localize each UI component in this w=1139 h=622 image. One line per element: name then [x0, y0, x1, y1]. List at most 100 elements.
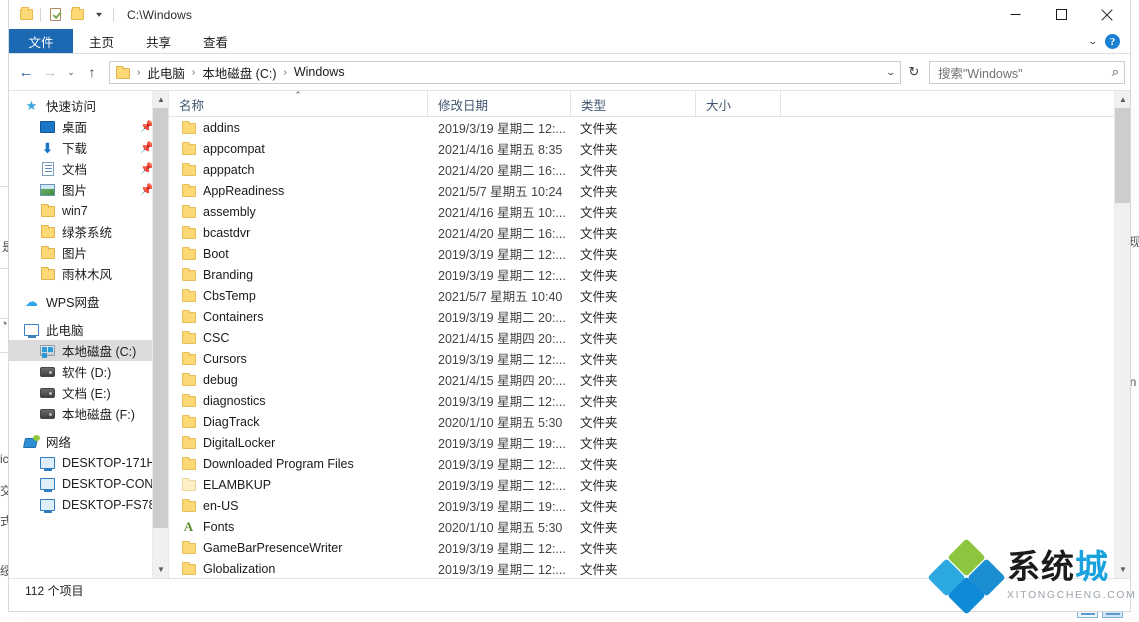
scroll-up-arrow-icon[interactable]: ▲ [153, 91, 168, 108]
sidebar-group-network[interactable]: 网络 [9, 431, 168, 452]
scrollbar-thumb[interactable] [153, 108, 168, 528]
table-row[interactable]: bcastdvr 2021/4/20 星期二 16:... 文件夹 [169, 222, 1130, 243]
tab-share[interactable]: 共享 [130, 29, 187, 53]
table-row[interactable]: assembly 2021/4/16 星期五 10:... 文件夹 [169, 201, 1130, 222]
file-name-cell[interactable]: GameBarPresenceWriter [181, 541, 438, 555]
folder-icon[interactable] [15, 4, 37, 26]
sidebar-item-documents-e[interactable]: 文档 (E:) [9, 382, 168, 403]
file-name-cell[interactable]: appcompat [181, 142, 438, 156]
table-row[interactable]: addins 2019/3/19 星期二 12:... 文件夹 [169, 117, 1130, 138]
sidebar-item-yulinmufeng[interactable]: 雨林木风 [9, 263, 168, 284]
table-row[interactable]: DiagTrack 2020/1/10 星期五 5:30 文件夹 [169, 411, 1130, 432]
search-box[interactable]: 搜索"Windows" ⌕ [929, 60, 1125, 84]
new-folder-icon[interactable] [66, 4, 88, 26]
sidebar-item-lvchaxitong[interactable]: 绿茶系统 [9, 221, 168, 242]
table-row[interactable]: CbsTemp 2021/5/7 星期五 10:40 文件夹 [169, 285, 1130, 306]
sidebar-item-documents[interactable]: 文档 📌 [9, 158, 168, 179]
table-row[interactable]: CSC 2021/4/15 星期四 20:... 文件夹 [169, 327, 1130, 348]
chevron-down-icon[interactable]: ▾ [88, 4, 110, 26]
table-row[interactable]: Boot 2019/3/19 星期二 12:... 文件夹 [169, 243, 1130, 264]
file-name-cell[interactable]: debug [181, 373, 438, 387]
refresh-button[interactable]: ↻ [901, 61, 927, 84]
sidebar-item-local-disk-c[interactable]: 本地磁盘 (C:) [9, 340, 168, 361]
breadcrumb-local-disk-c[interactable]: 本地磁盘 (C:) [199, 63, 279, 82]
file-name-cell[interactable]: CSC [181, 331, 438, 345]
file-name-cell[interactable]: Globalization [181, 562, 438, 576]
file-name-cell[interactable]: Containers [181, 310, 438, 324]
scroll-down-arrow-icon[interactable]: ▼ [153, 561, 168, 578]
navigation-pane-scrollbar[interactable]: ▲ ▼ [152, 91, 168, 578]
column-header-name[interactable]: ⌃ 名称 [169, 91, 428, 117]
sidebar-group-wps-cloud[interactable]: ☁ WPS网盘 [9, 291, 168, 312]
properties-icon[interactable] [44, 4, 66, 26]
table-row[interactable]: diagnostics 2019/3/19 星期二 12:... 文件夹 [169, 390, 1130, 411]
table-row[interactable]: Branding 2019/3/19 星期二 12:... 文件夹 [169, 264, 1130, 285]
file-name-cell[interactable]: Branding [181, 268, 438, 282]
quick-access-toolbar[interactable]: ▾ [9, 4, 117, 26]
recent-locations-icon[interactable]: ⌄ [62, 60, 80, 84]
table-row[interactable]: DigitalLocker 2019/3/19 星期二 19:... 文件夹 [169, 432, 1130, 453]
table-row[interactable]: apppatch 2021/4/20 星期二 16:... 文件夹 [169, 159, 1130, 180]
address-bar[interactable]: › 此电脑 › 本地磁盘 (C:) › Windows ⌄ [109, 60, 901, 84]
column-header-date-modified[interactable]: 修改日期 [428, 91, 571, 117]
scroll-down-arrow-icon[interactable]: ▼ [1115, 561, 1130, 578]
file-name-cell[interactable]: DigitalLocker [181, 436, 438, 450]
sidebar-item-downloads[interactable]: ⬇ 下载 📌 [9, 137, 168, 158]
chevron-down-icon[interactable]: ⌄ [1088, 36, 1099, 47]
sidebar-item-desktop-con[interactable]: DESKTOP-CON [9, 473, 168, 494]
search-input[interactable]: 搜索"Windows" [938, 63, 1112, 82]
table-row[interactable]: Cursors 2019/3/19 星期二 12:... 文件夹 [169, 348, 1130, 369]
close-button[interactable] [1084, 0, 1130, 29]
sidebar-item-desktop-171h[interactable]: DESKTOP-171H [9, 452, 168, 473]
file-name-cell[interactable]: apppatch [181, 163, 438, 177]
column-header-type[interactable]: 类型 [571, 91, 696, 117]
file-name-cell[interactable]: AppReadiness [181, 184, 438, 198]
maximize-button[interactable] [1038, 0, 1084, 29]
table-row[interactable]: Downloaded Program Files 2019/3/19 星期二 1… [169, 453, 1130, 474]
file-name-cell[interactable]: addins [181, 121, 438, 135]
table-row[interactable]: GameBarPresenceWriter 2019/3/19 星期二 12:.… [169, 537, 1130, 558]
table-row[interactable]: AppReadiness 2021/5/7 星期五 10:24 文件夹 [169, 180, 1130, 201]
minimize-button[interactable] [992, 0, 1038, 29]
sidebar-item-local-disk-f[interactable]: 本地磁盘 (F:) [9, 403, 168, 424]
sidebar-item-pictures[interactable]: 图片 📌 [9, 179, 168, 200]
sidebar-item-software-d[interactable]: 软件 (D:) [9, 361, 168, 382]
sidebar-item-desktop[interactable]: 桌面 📌 [9, 116, 168, 137]
file-name-cell[interactable]: Downloaded Program Files [181, 457, 438, 471]
file-name-cell[interactable]: en-US [181, 499, 438, 513]
up-button[interactable]: ↑ [80, 60, 104, 84]
table-row[interactable]: Containers 2019/3/19 星期二 20:... 文件夹 [169, 306, 1130, 327]
tab-home[interactable]: 主页 [73, 29, 130, 53]
table-row[interactable]: appcompat 2021/4/16 星期五 8:35 文件夹 [169, 138, 1130, 159]
file-name-cell[interactable]: ELAMBKUP [181, 478, 438, 492]
breadcrumb-windows[interactable]: Windows [291, 65, 348, 79]
file-name-cell[interactable]: bcastdvr [181, 226, 438, 240]
chevron-down-icon[interactable]: ⌄ [886, 67, 897, 78]
table-row[interactable]: debug 2021/4/15 星期四 20:... 文件夹 [169, 369, 1130, 390]
file-name-cell[interactable]: CbsTemp [181, 289, 438, 303]
tab-view[interactable]: 查看 [187, 29, 244, 53]
file-name-cell[interactable]: A Fonts [181, 520, 438, 534]
file-name-cell[interactable]: Cursors [181, 352, 438, 366]
search-icon[interactable]: ⌕ [1112, 64, 1119, 80]
file-name-cell[interactable]: Boot [181, 247, 438, 261]
table-row[interactable]: A Fonts 2020/1/10 星期五 5:30 文件夹 [169, 516, 1130, 537]
sidebar-item-tupian[interactable]: 图片 [9, 242, 168, 263]
sidebar-group-this-pc[interactable]: 此电脑 [9, 319, 168, 340]
sidebar-item-desktop-fs78[interactable]: DESKTOP-FS78 [9, 494, 168, 515]
file-name-cell[interactable]: assembly [181, 205, 438, 219]
table-row[interactable]: ELAMBKUP 2019/3/19 星期二 12:... 文件夹 [169, 474, 1130, 495]
back-button[interactable]: ← [14, 60, 38, 84]
scrollbar-thumb[interactable] [1115, 108, 1130, 203]
breadcrumb-this-pc[interactable]: 此电脑 [144, 63, 188, 82]
column-header-size[interactable]: 大小 [696, 91, 781, 117]
tab-file[interactable]: 文件 [9, 29, 73, 53]
table-row[interactable]: en-US 2019/3/19 星期二 19:... 文件夹 [169, 495, 1130, 516]
file-name-cell[interactable]: diagnostics [181, 394, 438, 408]
file-name-cell[interactable]: DiagTrack [181, 415, 438, 429]
scroll-up-arrow-icon[interactable]: ▲ [1115, 91, 1130, 108]
table-row[interactable]: Globalization 2019/3/19 星期二 12:... 文件夹 [169, 558, 1130, 578]
sidebar-item-win7[interactable]: win7 [9, 200, 168, 221]
help-icon[interactable]: ? [1105, 34, 1120, 49]
sidebar-group-quick-access[interactable]: ★ 快速访问 [9, 95, 168, 116]
